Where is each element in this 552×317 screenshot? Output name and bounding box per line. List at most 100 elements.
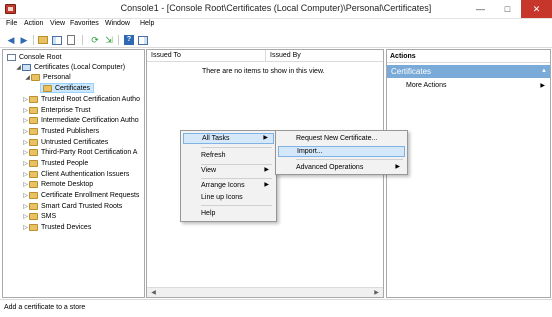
folder-icon [29,212,38,220]
menu-item-arrange-icons[interactable]: Arrange Icons ▶ [183,180,274,191]
collapse-caret-icon[interactable]: ▲ [541,65,547,78]
show-hide-tree-icon[interactable] [51,34,63,46]
expanded-arrow-icon[interactable]: ◢ [15,64,22,71]
folder-icon [29,148,38,156]
console-tree[interactable]: Console Root ◢ Certificates (Local Compu… [2,49,145,298]
tree-item-certificates-selected[interactable]: Certificates [40,83,95,93]
menu-help[interactable]: Help [140,20,154,27]
tree-item-trusted-people[interactable]: ▷ Trusted People [22,158,88,168]
folder-icon [29,191,38,199]
menu-item-request-new-certificate[interactable]: Request New Certificate... [278,133,405,144]
console-icon [7,53,16,61]
show-hide-action-pane-icon[interactable] [137,34,149,46]
folder-icon [29,159,38,167]
collapsed-arrow-icon[interactable]: ▷ [22,160,29,167]
tree-item-smart-card-roots[interactable]: ▷ Smart Card Trusted Roots [22,201,122,211]
column-header-issued-to[interactable]: Issued To [147,50,266,62]
collapsed-arrow-icon[interactable]: ▷ [22,213,29,220]
collapsed-arrow-icon[interactable]: ▷ [22,203,29,210]
menu-item-refresh[interactable]: Refresh [183,150,274,161]
back-icon[interactable]: ◀ [5,34,17,46]
tree-item-personal[interactable]: ◢ Personal [24,72,71,82]
tree-item-enterprise-trust[interactable]: ▷ Enterprise Trust [22,105,90,115]
tree-item-trusted-root[interactable]: ▷ Trusted Root Certification Autho [22,94,140,104]
title-bar: Console1 - [Console Root\Certificates (L… [0,0,552,19]
submenu-arrow-icon: ▶ [263,135,268,141]
more-actions-arrow-icon[interactable]: ▶ [540,82,545,89]
empty-list-message: There are no items to show in this view. [202,68,325,75]
menu-item-all-tasks[interactable]: All Tasks ▶ [183,133,274,144]
collapsed-arrow-icon[interactable]: ▷ [22,107,29,114]
collapsed-arrow-icon[interactable]: ▷ [22,128,29,135]
all-tasks-submenu: Request New Certificate... Import... Adv… [275,130,408,175]
tree-item-intermediate[interactable]: ▷ Intermediate Certification Autho [22,115,139,125]
scroll-left-icon[interactable]: ◀ [149,289,158,297]
toolbar: ◀ ▶ ⟳ ⇲ ? [0,32,552,48]
tree-item-enrollment-requests[interactable]: ▷ Certificate Enrollment Requests [22,190,139,200]
menu-separator [201,147,272,148]
maximize-button[interactable]: □ [494,0,521,18]
collapsed-arrow-icon[interactable]: ▷ [22,224,29,231]
folder-icon [29,202,38,210]
export-list-icon[interactable]: ⇲ [103,34,115,46]
submenu-arrow-icon: ▶ [395,164,400,170]
menu-item-line-up-icons[interactable]: Line up Icons [183,192,274,203]
tree-item-remote-desktop[interactable]: ▷ Remote Desktop [22,179,93,189]
tree-item-trusted-publishers[interactable]: ▷ Trusted Publishers [22,126,99,136]
folder-icon [29,223,38,231]
tree-item-trusted-devices[interactable]: ▷ Trusted Devices [22,222,91,232]
status-bar: Add a certificate to a store [0,299,552,317]
collapsed-arrow-icon[interactable]: ▷ [22,171,29,178]
folder-icon [29,95,38,103]
properties-icon[interactable] [65,34,77,46]
folder-icon [31,73,40,81]
tree-item-certificates-local-computer[interactable]: ◢ Certificates (Local Computer) [15,62,125,72]
folder-icon [43,84,52,92]
help-icon[interactable]: ? [123,34,135,46]
menu-item-help[interactable]: Help [183,208,274,219]
menu-item-import[interactable]: Import... [278,146,405,157]
menu-window[interactable]: Window [105,20,130,27]
tree-item-client-auth-issuers[interactable]: ▷ Client Authentication Issuers [22,169,129,179]
close-button[interactable]: ✕ [521,0,552,18]
actions-heading: Actions [387,50,550,63]
forward-icon[interactable]: ▶ [18,34,30,46]
menu-file[interactable]: File [6,20,17,27]
folder-icon [29,116,38,124]
menu-favorites[interactable]: Favorites [70,20,99,27]
menu-item-advanced-operations[interactable]: Advanced Operations ▶ [278,162,405,173]
actions-section-certificates[interactable]: Certificates ▲ [387,65,550,78]
tree-item-console-root[interactable]: Console Root [7,52,61,62]
column-header-issued-by[interactable]: Issued By [266,50,383,62]
collapsed-arrow-icon[interactable]: ▷ [22,149,29,156]
collapsed-arrow-icon[interactable]: ▷ [22,96,29,103]
collapsed-arrow-icon[interactable]: ▷ [22,181,29,188]
horizontal-scrollbar[interactable]: ◀ ▶ [147,287,383,297]
refresh-icon[interactable]: ⟳ [89,34,101,46]
actions-pane: Actions Certificates ▲ More Actions ▶ [386,49,551,298]
menu-separator [201,178,272,179]
context-menu: All Tasks ▶ Refresh View ▶ Arrange Icons… [180,130,277,222]
collapsed-arrow-icon[interactable]: ▷ [22,139,29,146]
expanded-arrow-icon[interactable]: ◢ [24,74,31,81]
tree-item-untrusted[interactable]: ▷ Untrusted Certificates [22,137,108,147]
menu-view[interactable]: View [50,20,65,27]
menu-item-view[interactable]: View ▶ [183,165,274,176]
collapsed-arrow-icon[interactable]: ▷ [22,117,29,124]
menu-action[interactable]: Action [24,20,43,27]
folder-icon [29,170,38,178]
folder-icon [29,138,38,146]
collapsed-arrow-icon[interactable]: ▷ [22,192,29,199]
tree-item-third-party-root[interactable]: ▷ Third-Party Root Certification A [22,147,137,157]
computer-icon [22,63,31,71]
more-actions-link[interactable]: More Actions [406,82,446,89]
menu-separator [201,205,272,206]
minimize-button[interactable]: — [467,0,494,18]
up-folder-icon[interactable] [37,34,49,46]
folder-icon [29,106,38,114]
folder-icon [29,127,38,135]
menu-separator [296,159,403,160]
tree-item-sms[interactable]: ▷ SMS [22,211,56,221]
scroll-right-icon[interactable]: ▶ [372,289,381,297]
folder-icon [29,180,38,188]
